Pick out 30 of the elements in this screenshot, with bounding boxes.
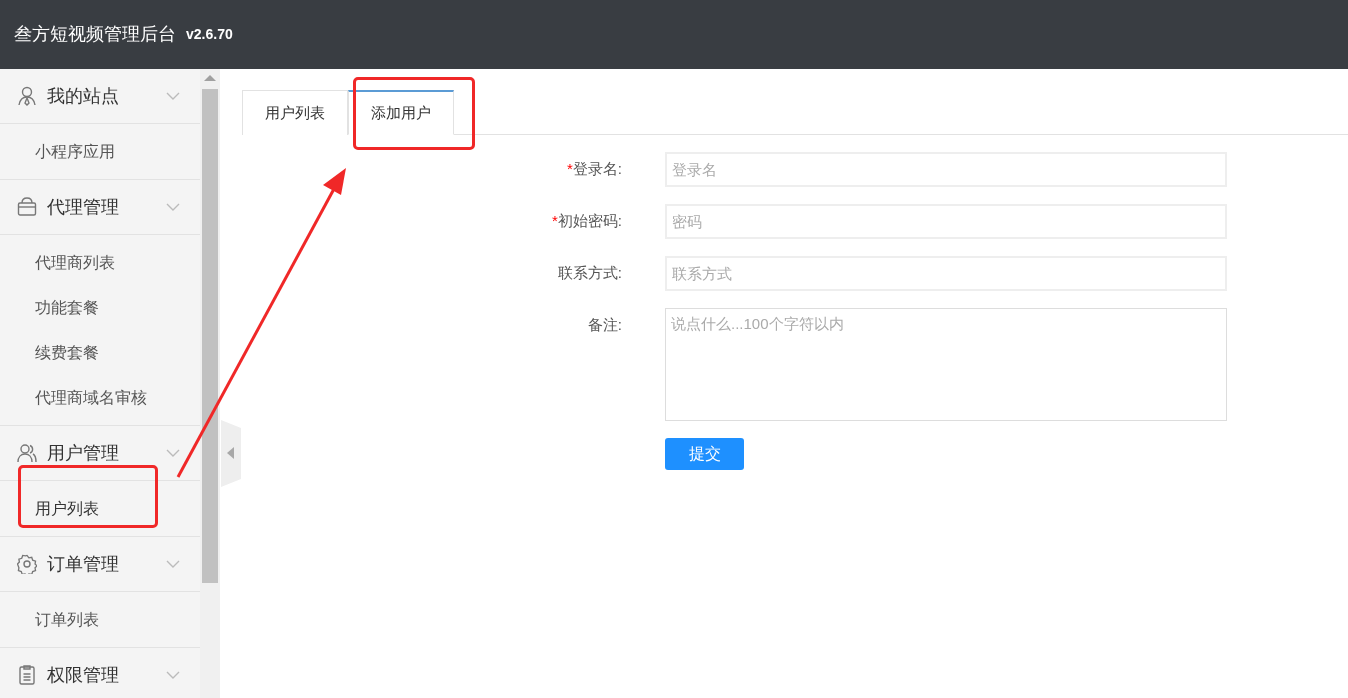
scrollbar[interactable] — [200, 69, 220, 698]
field-label: 联系方式: — [556, 263, 622, 283]
menu-item[interactable]: 功能套餐 — [0, 285, 200, 330]
menu-item[interactable]: 代理商域名审核 — [0, 375, 200, 420]
version-label: v2.6.70 — [186, 25, 233, 44]
chevron-down-icon — [166, 92, 180, 100]
chevron-down-icon — [166, 560, 180, 568]
chevron-down-icon — [166, 203, 180, 211]
users-icon — [17, 443, 37, 463]
tab[interactable]: 用户列表 — [242, 90, 348, 135]
field-label: *初始密码: — [551, 211, 622, 231]
bag-icon — [17, 197, 37, 217]
settings-icon — [17, 554, 37, 574]
chevron-down-icon — [166, 671, 180, 679]
person-icon — [17, 86, 37, 106]
chevron-down-icon — [166, 449, 180, 457]
menu-item[interactable]: 小程序应用 — [0, 129, 200, 174]
input-field[interactable]: 联系方式 — [665, 256, 1227, 291]
tab[interactable]: 添加用户 — [348, 90, 454, 135]
menu-item[interactable]: 续费套餐 — [0, 330, 200, 375]
textarea-field[interactable]: 说点什么...100个字符以内 — [665, 308, 1227, 421]
menu-item[interactable]: 代理商列表 — [0, 240, 200, 285]
input-field[interactable]: 密码 — [665, 204, 1227, 239]
field-label: 备注: — [586, 315, 622, 335]
menu-item[interactable]: 用户列表 — [0, 486, 200, 531]
clipboard-icon — [17, 665, 37, 685]
input-field[interactable]: 登录名 — [665, 152, 1227, 187]
app-title: 叁方短视频管理后台 — [14, 23, 176, 46]
menu-item[interactable]: 订单列表 — [0, 597, 200, 642]
field-label: *登录名: — [566, 159, 622, 179]
